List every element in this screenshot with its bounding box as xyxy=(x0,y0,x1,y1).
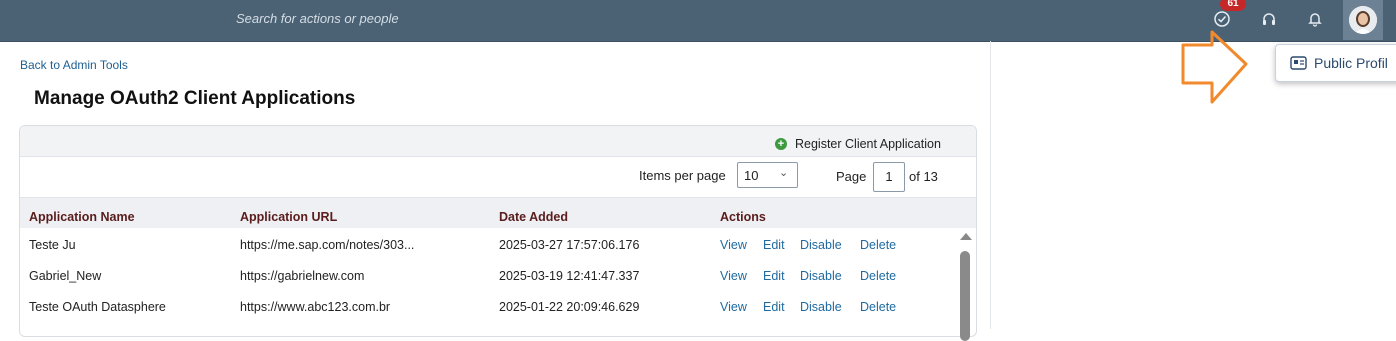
view-link[interactable]: View xyxy=(720,238,747,252)
items-per-page-select[interactable]: 10 ⌄ xyxy=(737,162,798,188)
edit-link[interactable]: Edit xyxy=(763,238,785,252)
column-header-actions: Actions xyxy=(720,210,766,224)
column-header-application-name[interactable]: Application Name xyxy=(29,210,135,224)
disable-link[interactable]: Disable xyxy=(800,269,842,283)
application-name-cell: Gabriel_New xyxy=(29,269,102,283)
column-header-date-added[interactable]: Date Added xyxy=(499,210,568,224)
table-header: Application Name Application URL Date Ad… xyxy=(20,197,976,228)
date-added-cell: 2025-01-22 20:09:46.629 xyxy=(499,300,640,314)
page-number-input[interactable]: 1 xyxy=(873,162,905,192)
column-header-application-url[interactable]: Application URL xyxy=(240,210,337,224)
id-card-icon xyxy=(1290,56,1307,75)
pagination-bar: Items per page 10 ⌄ Page 1 of 13 xyxy=(20,157,976,197)
date-added-cell: 2025-03-19 12:41:47.337 xyxy=(499,269,640,283)
delete-link[interactable]: Delete xyxy=(860,238,896,252)
table-row: Gabriel_New https://gabrielnew.com 2025-… xyxy=(20,259,960,290)
edit-link[interactable]: Edit xyxy=(763,300,785,314)
application-name-cell: Teste Ju xyxy=(29,238,76,252)
page-label: Page xyxy=(836,169,867,184)
chevron-down-icon: ⌄ xyxy=(779,167,789,179)
register-client-application-label: Register Client Application xyxy=(795,137,941,151)
items-per-page-label: Items per page xyxy=(639,168,726,183)
application-name-cell: Teste OAuth Datasphere xyxy=(29,300,166,314)
application-url-cell: https://gabrielnew.com xyxy=(240,269,365,283)
add-icon: + xyxy=(775,138,787,150)
scroll-up-arrow-icon[interactable] xyxy=(960,233,972,240)
view-link[interactable]: View xyxy=(720,300,747,314)
avatar xyxy=(1349,6,1377,34)
page-count: of 13 xyxy=(909,169,938,184)
disable-link[interactable]: Disable xyxy=(800,238,842,252)
page-title: Manage OAuth2 Client Applications xyxy=(34,88,356,109)
edit-link[interactable]: Edit xyxy=(763,269,785,283)
public-profile-label: Public Profil xyxy=(1314,55,1388,71)
application-url-cell: https://me.sap.com/notes/303... xyxy=(240,238,415,252)
pointer-arrow-icon xyxy=(1181,30,1248,104)
pane-divider xyxy=(990,41,991,329)
table-row: Teste Ju https://me.sap.com/notes/303...… xyxy=(20,228,960,259)
search-input[interactable]: Search for actions or people xyxy=(236,11,399,26)
user-menu-popover: Public Profil xyxy=(1275,44,1396,82)
notification-badge: 61 xyxy=(1220,0,1246,11)
date-added-cell: 2025-03-27 17:57:06.176 xyxy=(499,238,640,252)
delete-link[interactable]: Delete xyxy=(860,269,896,283)
delete-link[interactable]: Delete xyxy=(860,300,896,314)
user-avatar-button[interactable] xyxy=(1343,0,1383,40)
client-applications-panel: + Register Client Application Items per … xyxy=(19,125,977,341)
register-client-application-button[interactable]: + Register Client Application xyxy=(775,137,941,151)
view-link[interactable]: View xyxy=(720,269,747,283)
table-row: Teste OAuth Datasphere https://www.abc12… xyxy=(20,290,960,321)
scrollbar-thumb[interactable] xyxy=(960,251,970,341)
disable-link[interactable]: Disable xyxy=(800,300,842,314)
checkmark-circle-icon[interactable] xyxy=(1211,8,1233,30)
back-to-admin-tools-link[interactable]: Back to Admin Tools xyxy=(20,58,128,72)
items-per-page-value: 10 xyxy=(744,168,759,183)
bell-icon[interactable] xyxy=(1304,8,1326,30)
headset-icon[interactable] xyxy=(1258,8,1280,30)
application-url-cell: https://www.abc123.com.br xyxy=(240,300,391,314)
panel-toolbar: + Register Client Application xyxy=(20,126,976,157)
